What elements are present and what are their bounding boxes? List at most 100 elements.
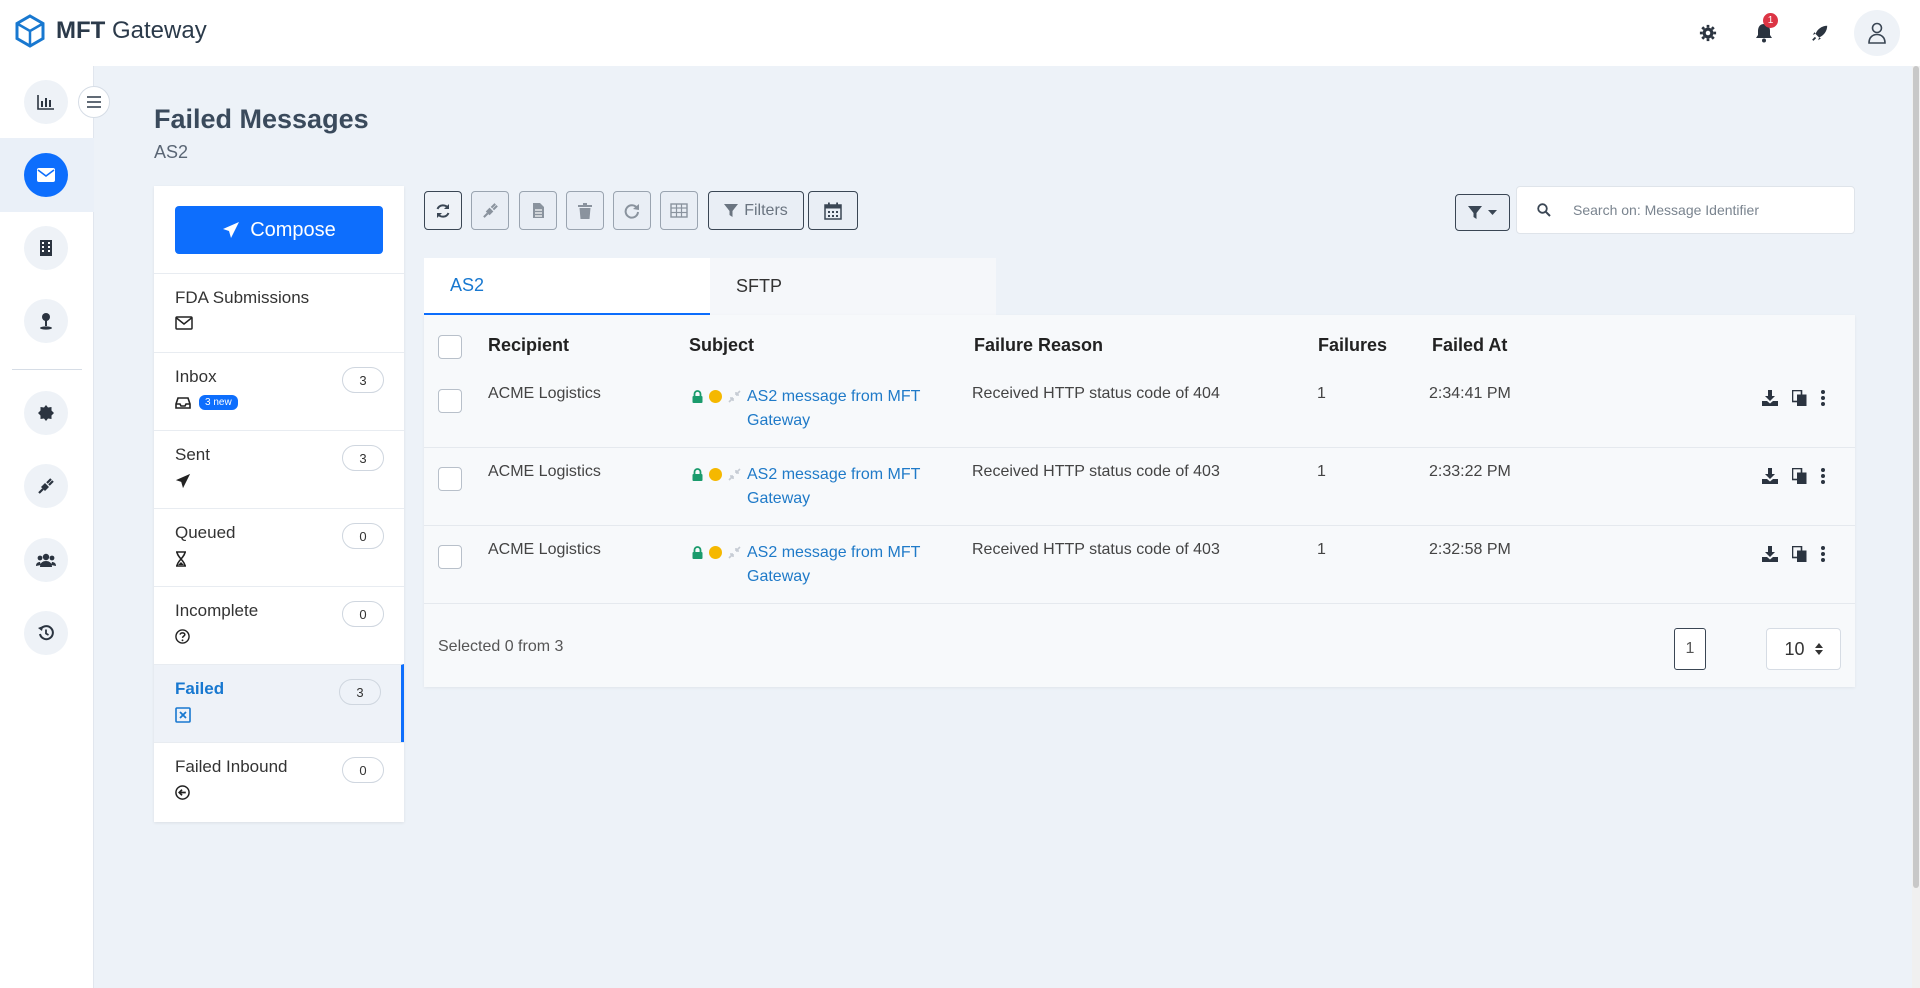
table-row[interactable]: ACME Logistics AS2 message from MFT Gate… — [424, 448, 1855, 526]
envelope-icon — [175, 316, 193, 330]
user-avatar[interactable] — [1854, 10, 1900, 56]
columns-button[interactable] — [660, 191, 698, 230]
bar-chart-icon — [37, 95, 54, 110]
folder-count: 3 — [342, 367, 384, 393]
sort-arrows-icon — [1814, 643, 1823, 655]
pagination-page-button[interactable]: 1 — [1674, 628, 1706, 670]
folder-label: FDA Submissions — [175, 288, 310, 307]
column-header-failures[interactable]: Failures — [1318, 335, 1387, 356]
page-scrollbar[interactable] — [1912, 66, 1920, 988]
resend-button[interactable] — [471, 191, 509, 230]
nav-users[interactable] — [24, 538, 68, 582]
column-header-recipient[interactable]: Recipient — [488, 335, 569, 356]
filters-button[interactable]: Filters — [708, 191, 804, 230]
status-dot-icon — [709, 389, 722, 403]
folder-label: Queued — [175, 523, 236, 542]
folder-failed-inbound[interactable]: Failed Inbound 0 — [154, 742, 404, 820]
folder-panel: Compose FDA Submissions Inbox 3 3 new Se… — [154, 186, 404, 822]
copy-icon[interactable] — [1792, 390, 1807, 406]
nav-certificates[interactable] — [24, 391, 68, 435]
lock-icon — [692, 389, 703, 403]
more-vertical-icon[interactable] — [1821, 390, 1825, 406]
tab-as2[interactable]: AS2 — [424, 258, 710, 315]
folder-inbox[interactable]: Inbox 3 3 new — [154, 352, 404, 430]
download-icon[interactable] — [1762, 390, 1778, 406]
tab-sftp[interactable]: SFTP — [710, 258, 996, 315]
folder-label: Failed — [175, 679, 225, 698]
status-dot-icon — [709, 467, 722, 481]
folder-failed[interactable]: Failed 3 — [154, 664, 404, 742]
settings-button[interactable] — [1680, 5, 1736, 61]
page-size-select[interactable]: 10 — [1766, 628, 1841, 670]
folder-sent[interactable]: Sent 3 — [154, 430, 404, 508]
funnel-icon — [724, 203, 739, 217]
scrollbar-thumb[interactable] — [1913, 66, 1919, 888]
notification-badge: 1 — [1763, 13, 1778, 28]
table-row[interactable]: ACME Logistics AS2 message from MFT Gate… — [424, 526, 1855, 604]
failed-at-cell: 2:34:41 PM — [1429, 385, 1511, 402]
failure-reason-cell: Received HTTP status code of 403 — [972, 463, 1220, 480]
column-header-failure-reason[interactable]: Failure Reason — [974, 335, 1103, 356]
funnel-icon — [1468, 205, 1482, 219]
folder-count: 3 — [342, 445, 384, 471]
subject-link[interactable]: AS2 message from MFT Gateway — [747, 463, 937, 511]
user-icon — [1868, 22, 1886, 44]
whats-new-button[interactable] — [1792, 5, 1848, 61]
search-field-dropdown[interactable] — [1455, 194, 1510, 231]
failures-cell: 1 — [1317, 463, 1326, 480]
download-icon[interactable] — [1762, 468, 1778, 484]
search-input[interactable] — [1573, 202, 1853, 218]
refresh-button[interactable] — [424, 191, 462, 230]
trash-icon — [578, 202, 592, 219]
subject-link[interactable]: AS2 message from MFT Gateway — [747, 541, 937, 589]
copy-icon[interactable] — [1792, 546, 1807, 562]
download-icon[interactable] — [1762, 546, 1778, 562]
status-dot-icon — [709, 545, 722, 559]
folder-label: Inbox — [175, 367, 217, 386]
page-title: Failed Messages — [154, 104, 369, 134]
date-range-button[interactable] — [808, 191, 858, 230]
left-navigation — [0, 66, 94, 988]
rocket-icon — [1812, 25, 1828, 41]
compose-button[interactable]: Compose — [175, 206, 383, 254]
folder-queued[interactable]: Queued 0 — [154, 508, 404, 586]
select-all-checkbox[interactable] — [438, 335, 462, 359]
folder-incomplete[interactable]: Incomplete 0 — [154, 586, 404, 664]
app-logo[interactable]: MFT Gateway — [14, 14, 207, 48]
nav-stations[interactable] — [24, 299, 68, 343]
refresh-icon — [436, 203, 450, 218]
more-vertical-icon[interactable] — [1821, 546, 1825, 562]
users-icon — [36, 553, 56, 567]
compress-icon — [728, 467, 741, 481]
arrow-circle-left-icon — [175, 785, 190, 800]
nav-partners[interactable] — [24, 226, 68, 270]
page-subtitle: AS2 — [154, 142, 189, 162]
more-vertical-icon[interactable] — [1821, 468, 1825, 484]
nav-divider — [12, 369, 82, 370]
row-checkbox[interactable] — [438, 545, 462, 569]
search-box — [1516, 186, 1855, 234]
copy-icon[interactable] — [1792, 468, 1807, 484]
column-header-failed-at[interactable]: Failed At — [1432, 335, 1507, 356]
nav-integrations[interactable] — [24, 464, 68, 508]
row-checkbox[interactable] — [438, 389, 462, 413]
delete-button[interactable] — [566, 191, 604, 230]
retry-button[interactable] — [613, 191, 651, 230]
folder-fda-submissions[interactable]: FDA Submissions — [154, 273, 404, 351]
nav-messages[interactable] — [24, 153, 68, 197]
recipient-cell: ACME Logistics — [488, 541, 601, 558]
folder-label: Sent — [175, 445, 210, 464]
failed-at-cell: 2:32:58 PM — [1429, 541, 1511, 558]
view-details-button[interactable] — [519, 191, 557, 230]
notifications-button[interactable]: 1 — [1736, 5, 1792, 61]
subject-link[interactable]: AS2 message from MFT Gateway — [747, 385, 937, 433]
history-icon — [38, 625, 54, 641]
row-checkbox[interactable] — [438, 467, 462, 491]
nav-history[interactable] — [24, 611, 68, 655]
sidebar-toggle-button[interactable] — [78, 86, 110, 118]
nav-dashboard[interactable] — [24, 80, 68, 124]
hourglass-icon — [176, 551, 186, 567]
column-header-subject[interactable]: Subject — [689, 335, 754, 356]
map-pin-icon — [40, 313, 52, 330]
table-row[interactable]: ACME Logistics AS2 message from MFT Gate… — [424, 370, 1855, 448]
